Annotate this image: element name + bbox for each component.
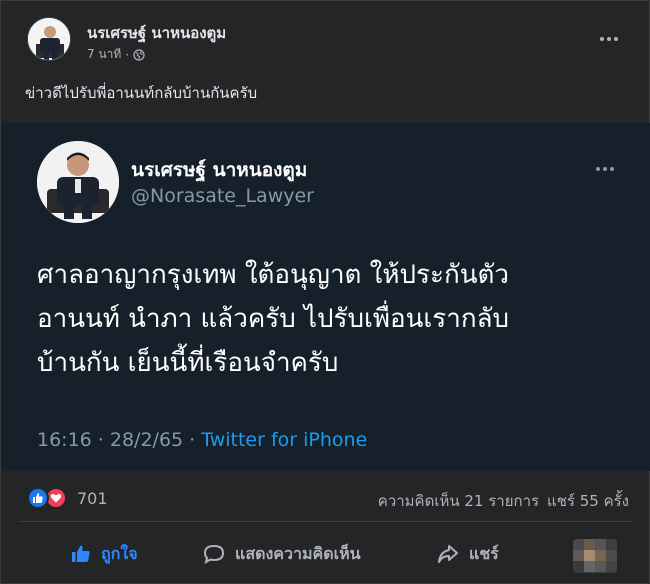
tweet-body-line: ศาลอาญากรุงเทพ ใต้อนุญาต ให้ประกันตัว <box>37 260 509 290</box>
comment-label: แสดงความคิดเห็น <box>235 543 361 563</box>
comment-icon <box>203 544 225 564</box>
reaction-count: 701 <box>77 488 108 508</box>
tweet-body-line: บ้านกัน เย็นนี้ที่เรือนจำครับ <box>37 348 339 378</box>
share-icon <box>438 545 458 563</box>
viewer-avatar[interactable] <box>573 539 617 573</box>
more-dot-icon <box>596 167 600 171</box>
post-stats: 701 ความคิดเห็น 21 รายการ แชร์ 55 ครั้ง <box>1 475 650 523</box>
share-count[interactable]: แชร์ 55 ครั้ง <box>547 489 629 513</box>
more-dot-icon <box>600 37 604 41</box>
post-text: ข่าวดีไปรับพี่อานนท์กลับบ้านกันครับ <box>25 84 258 102</box>
comment-button[interactable]: แสดงความคิดเห็น <box>203 537 361 571</box>
share-label: แชร์ <box>469 543 499 563</box>
author-name[interactable]: นรเศรษฐ์ นาหนองตูม <box>87 21 226 45</box>
tweet-more-options-button[interactable] <box>589 159 621 179</box>
tweet-body-line: อานนท์ นำภา แล้วครับ ไปรับเพื่อนเรากลับ <box>37 304 510 334</box>
author-avatar[interactable] <box>27 17 71 61</box>
globe-icon <box>133 48 145 61</box>
more-dot-icon <box>603 167 607 171</box>
post-actions: ถูกใจ แสดงความคิดเห็น แชร์ <box>1 531 650 577</box>
like-reaction-icon <box>27 487 49 509</box>
like-label: ถูกใจ <box>101 543 138 563</box>
meta-separator: · <box>125 47 130 62</box>
tweet-author-handle[interactable]: @Norasate_Lawyer <box>131 185 314 207</box>
facebook-post: นรเศรษฐ์ นาหนองตูม 7 นาที · ข่าวดีไปรับพ… <box>0 0 650 584</box>
post-meta: 7 นาที · <box>87 45 145 64</box>
tweet-footer: 16:16 · 28/2/65 · Twitter for iPhone <box>37 429 367 451</box>
divider <box>19 521 631 522</box>
tweet-timestamp[interactable]: 16:16 · 28/2/65 · <box>37 429 201 451</box>
share-button[interactable]: แชร์ <box>437 537 499 571</box>
tweet-body: ศาลอาญากรุงเทพ ใต้อนุญาต ให้ประกันตัว อา… <box>37 253 637 385</box>
tweet-source-link[interactable]: Twitter for iPhone <box>201 429 367 451</box>
tweet-author-avatar[interactable] <box>37 141 119 223</box>
post-header: นรเศรษฐ์ นาหนองตูม 7 นาที · <box>21 15 631 67</box>
more-dot-icon <box>610 167 614 171</box>
more-dot-icon <box>614 37 618 41</box>
tweet-author-name[interactable]: นรเศรษฐ์ นาหนองตูม <box>131 155 307 185</box>
engagement-counts: ความคิดเห็น 21 รายการ แชร์ 55 ครั้ง <box>378 489 629 513</box>
tweet-embed[interactable]: นรเศรษฐ์ นาหนองตูม @Norasate_Lawyer ศาลอ… <box>1 123 650 471</box>
comment-count[interactable]: ความคิดเห็น 21 รายการ <box>378 489 539 513</box>
more-dot-icon <box>607 37 611 41</box>
post-time[interactable]: 7 นาที <box>87 45 121 64</box>
like-button[interactable]: ถูกใจ <box>71 537 138 571</box>
reactions-summary[interactable]: 701 <box>27 487 108 509</box>
thumbs-up-icon <box>72 545 90 562</box>
post-more-options-button[interactable] <box>595 29 623 49</box>
